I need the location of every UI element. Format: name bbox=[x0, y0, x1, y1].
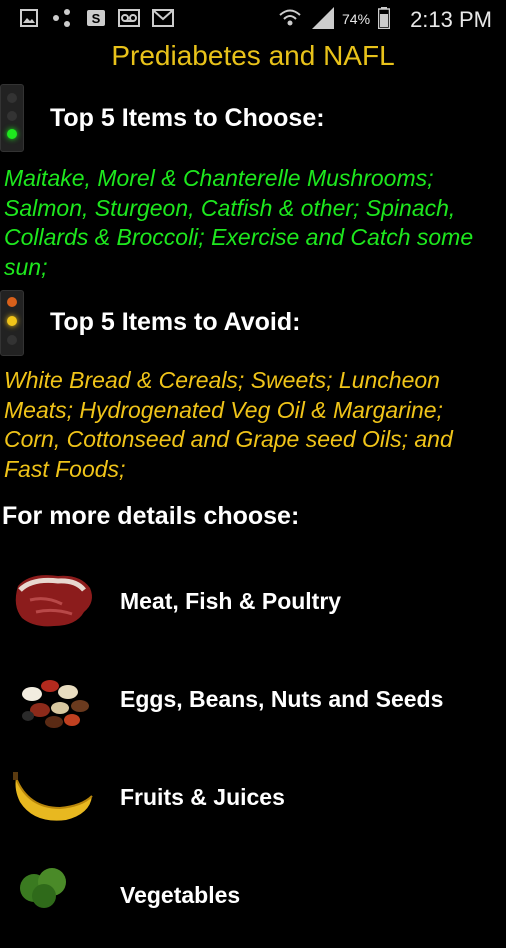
battery-percent: 74% bbox=[342, 11, 371, 27]
image-notification-icon bbox=[20, 9, 38, 27]
avoid-line: White Bread & Cereals; Sweets; Luncheon bbox=[4, 367, 440, 393]
choose-heading: Top 5 Items to Choose: bbox=[50, 104, 325, 132]
category-fruits-juices[interactable]: Fruits & Juices bbox=[0, 752, 506, 850]
banana-icon bbox=[13, 772, 93, 821]
status-bar: S 74% 2:13 PM bbox=[0, 0, 506, 38]
status-time: 2:13 PM bbox=[410, 7, 492, 32]
choose-line: Collards & Broccoli; Exercise and Catch … bbox=[4, 224, 474, 250]
category-label: Vegetables bbox=[120, 882, 241, 908]
steak-icon bbox=[15, 575, 92, 627]
choose-line: Salmon, Sturgeon, Catfish & other; Spina… bbox=[4, 194, 456, 221]
avoid-heading: Top 5 Items to Avoid: bbox=[50, 308, 301, 336]
category-label: Eggs, Beans, Nuts and Seeds bbox=[120, 686, 444, 712]
choose-items-text: Maitake, Morel & Chanterelle Mushrooms; … bbox=[4, 164, 504, 282]
avoid-line: Corn, Cottonseed and Grape seed Oils; an… bbox=[4, 426, 453, 452]
avoid-line: Fast Foods; bbox=[4, 455, 126, 482]
battery-icon bbox=[378, 7, 390, 29]
category-meat-fish-poultry[interactable]: Meat, Fish & Poultry bbox=[0, 556, 506, 654]
avoid-items-text: White Bread & Cereals; Sweets; Luncheon … bbox=[4, 366, 504, 484]
beans-icon bbox=[22, 680, 89, 728]
category-label: Fruits & Juices bbox=[120, 784, 285, 810]
choose-line: sun; bbox=[4, 253, 48, 280]
broccoli-icon bbox=[20, 868, 66, 908]
gmail-icon bbox=[152, 9, 174, 27]
share-notification-icon bbox=[53, 9, 70, 27]
choose-line: Maitake, Morel & Chanterelle Mushrooms; bbox=[4, 165, 434, 191]
svg-text:S: S bbox=[92, 11, 101, 26]
category-label: Meat, Fish & Poultry bbox=[120, 588, 342, 614]
app-title: Prediabetes and NAFL bbox=[111, 40, 395, 71]
signal-icon bbox=[312, 7, 334, 29]
yellow-traffic-light-icon bbox=[0, 290, 24, 356]
voicemail-icon bbox=[118, 9, 140, 27]
avoid-line: Meats; Hydrogenated Veg Oil & Margarine; bbox=[4, 396, 443, 423]
category-vegetables[interactable]: Vegetables bbox=[0, 850, 506, 948]
green-traffic-light-icon bbox=[0, 84, 24, 152]
s-app-notification-icon: S bbox=[87, 10, 105, 26]
category-eggs-beans-nuts-seeds[interactable]: Eggs, Beans, Nuts and Seeds bbox=[0, 654, 506, 752]
wifi-icon bbox=[279, 9, 301, 26]
details-heading: For more details choose: bbox=[2, 502, 300, 530]
